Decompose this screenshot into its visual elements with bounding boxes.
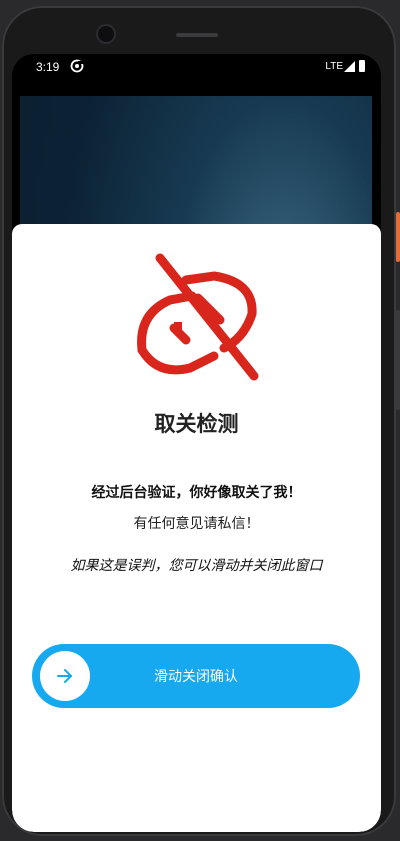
slide-to-close-slider[interactable]: 滑动关闭确认 xyxy=(32,644,360,708)
volume-button xyxy=(396,310,400,410)
dialog-message-bold: 经过后台验证，你好像取关了我！ xyxy=(91,485,302,501)
network-type: LTE xyxy=(325,61,343,72)
signal-icon xyxy=(344,61,355,72)
screen: 3:19 LTE 取关检测 经过后台验证，你好像取关了我！ 有任何意见请私信！ … xyxy=(12,54,381,832)
power-button xyxy=(396,212,400,262)
unlink-plug-icon xyxy=(137,253,259,381)
status-bar: 3:19 LTE xyxy=(12,54,381,80)
earpiece-speaker xyxy=(176,33,218,37)
slider-label: 滑动关闭确认 xyxy=(154,669,238,685)
unfollow-detection-dialog: 取关检测 经过后台验证，你好像取关了我！ 有任何意见请私信！ 如果这是误判，您可… xyxy=(12,224,381,832)
device-frame: 3:19 LTE 取关检测 经过后台验证，你好像取关了我！ 有任何意见请私信！ … xyxy=(0,0,400,841)
battery-icon xyxy=(359,60,365,72)
dialog-message: 有任何意见请私信！ xyxy=(133,516,260,532)
front-camera xyxy=(98,26,114,42)
dialog-title: 取关检测 xyxy=(154,412,239,436)
sync-icon xyxy=(70,59,84,73)
status-time: 3:19 xyxy=(36,60,60,74)
dialog-hint: 如果这是误判，您可以滑动并关闭此窗口 xyxy=(70,558,323,574)
